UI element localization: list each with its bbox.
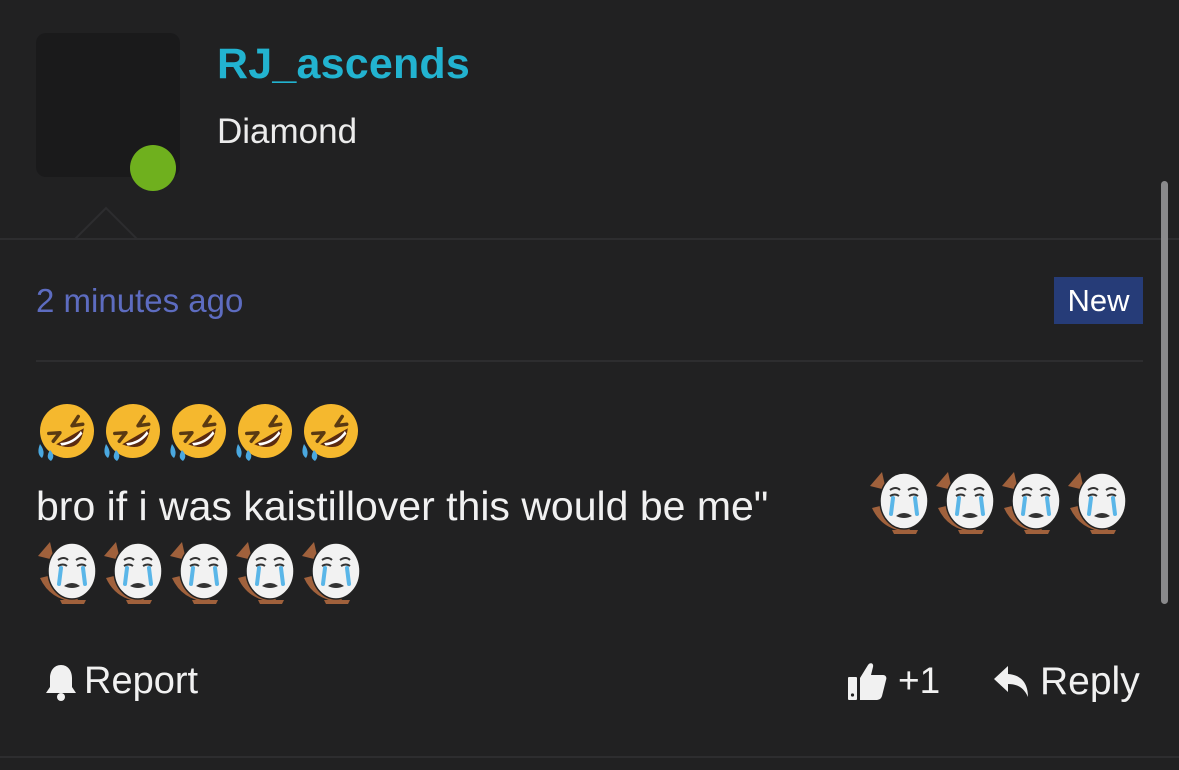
footer-divider	[0, 756, 1179, 758]
thumbs-up-icon	[846, 660, 888, 702]
like-button[interactable]: +1	[846, 660, 940, 702]
crying-wojak-emoji	[934, 468, 998, 534]
report-label: Report	[84, 660, 199, 702]
crying-wojak-emoji	[868, 468, 932, 534]
crying-wojak-emoji	[300, 538, 364, 604]
like-count: +1	[898, 660, 941, 701]
reply-arrow-icon	[992, 664, 1032, 700]
reply-button[interactable]: Reply	[992, 660, 1140, 704]
header-divider	[0, 238, 1179, 240]
crying-wojak-emoji	[1066, 468, 1130, 534]
crying-wojak-emoji	[102, 538, 166, 604]
scrollbar[interactable]	[1161, 181, 1168, 604]
rofl-emoji	[168, 400, 230, 462]
reply-label: Reply	[1040, 660, 1140, 703]
username[interactable]: RJ_ascends	[217, 40, 470, 89]
rofl-emoji	[102, 400, 164, 462]
new-badge: New	[1054, 277, 1143, 324]
report-button[interactable]: Report	[44, 660, 198, 703]
user-rank: Diamond	[217, 112, 358, 151]
rofl-emoji	[234, 400, 296, 462]
crying-wojak-emoji	[234, 538, 298, 604]
post-timestamp[interactable]: 2 minutes ago	[36, 282, 243, 320]
bell-icon	[44, 662, 78, 702]
crying-wojak-emoji	[36, 538, 100, 604]
post-header: RJ_ascends Diamond	[0, 0, 1179, 238]
crying-wojak-emoji	[168, 538, 232, 604]
emoji-row	[36, 400, 366, 466]
meta-divider	[36, 360, 1143, 362]
rofl-emoji	[36, 400, 98, 462]
online-status-dot	[130, 145, 176, 191]
crying-wojak-emoji	[1000, 468, 1064, 534]
post-message: bro if i was kaistillover this would be …	[36, 483, 769, 529]
rofl-emoji	[300, 400, 362, 462]
